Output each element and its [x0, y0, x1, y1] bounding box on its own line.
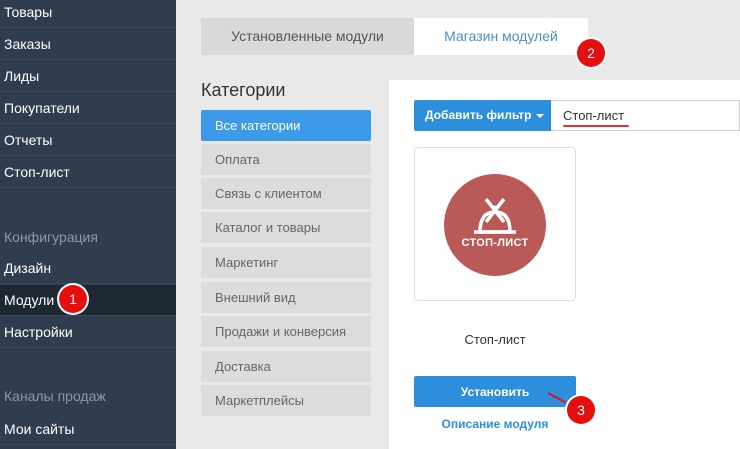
sidebar-item-stoplist[interactable]: Стоп-лист: [0, 157, 176, 188]
category-customer-contact[interactable]: Связь с клиентом: [201, 178, 371, 209]
sidebar-item-orders[interactable]: Заказы: [0, 29, 176, 60]
add-filter-label: Добавить фильтр: [425, 108, 532, 122]
sidebar-item-modules[interactable]: Модули: [0, 285, 176, 316]
category-payment[interactable]: Оплата: [201, 144, 371, 175]
category-marketplaces[interactable]: Маркетплейсы: [201, 385, 371, 416]
module-description-link[interactable]: Описание модуля: [414, 417, 576, 431]
annotation-marker-3: 3: [567, 396, 595, 424]
install-button[interactable]: Установить: [414, 376, 576, 407]
module-logo: [444, 174, 546, 276]
sidebar-header-sales-channels: Каналы продаж: [4, 388, 106, 404]
category-catalog-products[interactable]: Каталог и товары: [201, 212, 371, 243]
cloche-icon: [474, 197, 516, 234]
annotation-marker-1: 1: [59, 285, 87, 313]
sidebar-item-settings[interactable]: Настройки: [0, 317, 176, 348]
category-delivery[interactable]: Доставка: [201, 351, 371, 382]
sidebar: Товары Заказы Лиды Покупатели Отчеты Сто…: [0, 0, 176, 449]
tab-module-store[interactable]: Магазин модулей: [414, 18, 588, 55]
search-highlight-underline: [563, 125, 629, 127]
sidebar-header-configuration: Конфигурация: [4, 229, 98, 245]
sidebar-item-my-sites[interactable]: Мои сайты: [0, 414, 176, 445]
category-sales-conversion[interactable]: Продажи и конверсия: [201, 316, 371, 347]
module-logo-text: СТОП-ЛИСТ: [461, 237, 529, 249]
categories-title: Категории: [201, 80, 286, 100]
category-marketing[interactable]: Маркетинг: [201, 247, 371, 278]
add-filter-button[interactable]: Добавить фильтр: [414, 100, 551, 131]
sidebar-item-products[interactable]: Товары: [0, 0, 176, 28]
sidebar-item-reports[interactable]: Отчеты: [0, 125, 176, 156]
caret-down-icon: [536, 113, 545, 118]
annotation-marker-2: 2: [577, 39, 605, 67]
category-all[interactable]: Все категории: [201, 110, 371, 141]
sidebar-item-customers[interactable]: Покупатели: [0, 93, 176, 124]
category-appearance[interactable]: Внешний вид: [201, 282, 371, 313]
module-name: Стоп-лист: [464, 332, 526, 347]
sidebar-item-leads[interactable]: Лиды: [0, 61, 176, 92]
tab-installed-modules[interactable]: Установленные модули: [201, 18, 414, 55]
sidebar-item-design[interactable]: Дизайн: [0, 253, 176, 284]
